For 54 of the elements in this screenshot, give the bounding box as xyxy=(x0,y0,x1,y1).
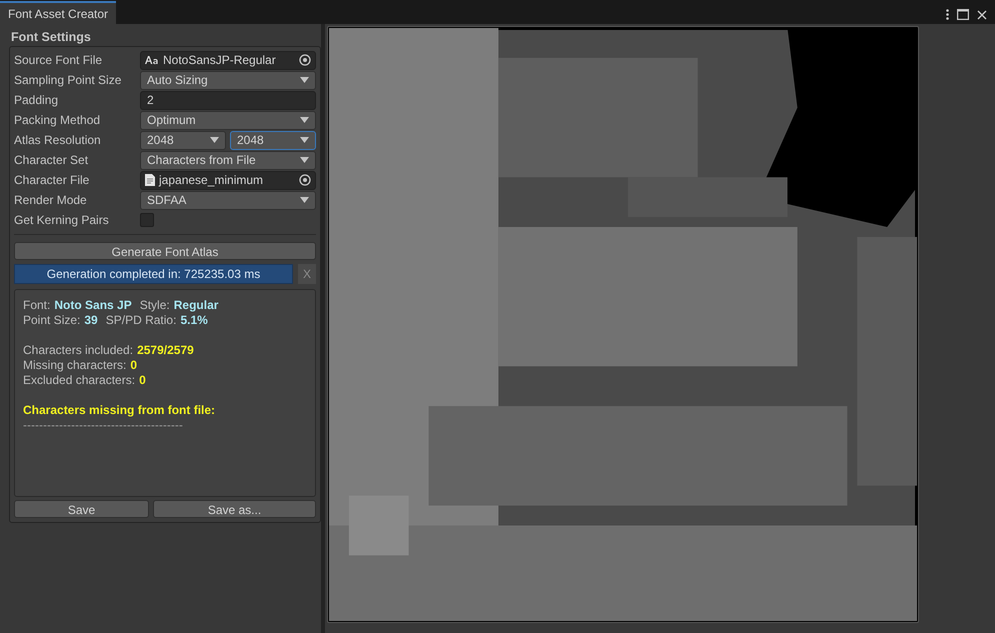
dropdown[interactable]: 2048 xyxy=(140,130,226,150)
dropdown-caret-icon xyxy=(300,197,309,203)
missing-heading: Characters missing from font file: xyxy=(23,403,216,418)
info-label: Font: xyxy=(23,298,50,313)
generate-button[interactable]: Generate Font Atlas xyxy=(14,242,316,260)
info-label: Excluded characters: xyxy=(23,373,136,388)
dropdown[interactable]: 2048 xyxy=(230,130,316,150)
close-icon[interactable] xyxy=(977,10,987,20)
field-label: Source Font File xyxy=(14,52,104,69)
dropdown-caret-icon xyxy=(210,137,219,143)
save-button[interactable]: Save xyxy=(14,500,149,518)
window-tab[interactable]: Font Asset Creator xyxy=(0,1,116,24)
info-label: Point Size: xyxy=(23,313,80,328)
object-picker-icon[interactable] xyxy=(299,54,311,66)
text-field[interactable]: 2 xyxy=(140,90,316,110)
maximize-icon[interactable] xyxy=(957,9,969,20)
field-label: Character File xyxy=(14,172,90,189)
info-label: SP/PD Ratio: xyxy=(106,313,176,328)
info-value: Regular xyxy=(174,298,218,313)
field-label: Padding xyxy=(14,92,60,109)
info-value: 0 xyxy=(130,358,138,373)
field-label: Character Set xyxy=(14,152,90,169)
info-value: 5.1% xyxy=(180,313,208,328)
field-label: Render Mode xyxy=(14,192,88,209)
dropdown-caret-icon xyxy=(300,117,309,123)
info-label: Missing characters: xyxy=(23,358,126,373)
divider-text: ---------------------------------------- xyxy=(23,418,184,433)
field-label: Packing Method xyxy=(14,112,102,129)
info-label: Characters included: xyxy=(23,343,134,358)
text-file-icon xyxy=(145,174,155,186)
field-label: Atlas Resolution xyxy=(14,132,102,149)
status-bar: Generation completed in: 725235.03 ms xyxy=(14,264,293,284)
dropdown-caret-icon xyxy=(300,137,309,143)
field-label: Sampling Point Size xyxy=(14,72,122,89)
dropdown[interactable]: Auto Sizing xyxy=(140,70,316,90)
field-label: Get Kerning Pairs xyxy=(14,212,110,229)
object-picker-icon[interactable] xyxy=(299,174,311,186)
save-button[interactable]: Save as... xyxy=(153,500,316,518)
object-field[interactable]: japanese_minimum xyxy=(140,170,316,190)
dropdown[interactable]: SDFAA xyxy=(140,190,316,210)
dropdown-caret-icon xyxy=(300,77,309,83)
more-options-icon[interactable] xyxy=(946,9,949,20)
info-value: 2579/2579 xyxy=(137,343,194,358)
checkbox[interactable] xyxy=(140,213,154,227)
font-asset-icon xyxy=(145,55,159,65)
dropdown[interactable]: Optimum xyxy=(140,110,316,130)
info-value: Noto Sans JP xyxy=(54,298,132,313)
dropdown-caret-icon xyxy=(300,157,309,163)
info-label: Style: xyxy=(140,298,170,313)
section-title: Font Settings xyxy=(10,29,92,46)
info-value: 39 xyxy=(84,313,98,328)
object-field[interactable]: NotoSansJP-Regular xyxy=(140,50,316,70)
dropdown[interactable]: Characters from File xyxy=(140,150,316,170)
info-value: 0 xyxy=(139,373,146,388)
